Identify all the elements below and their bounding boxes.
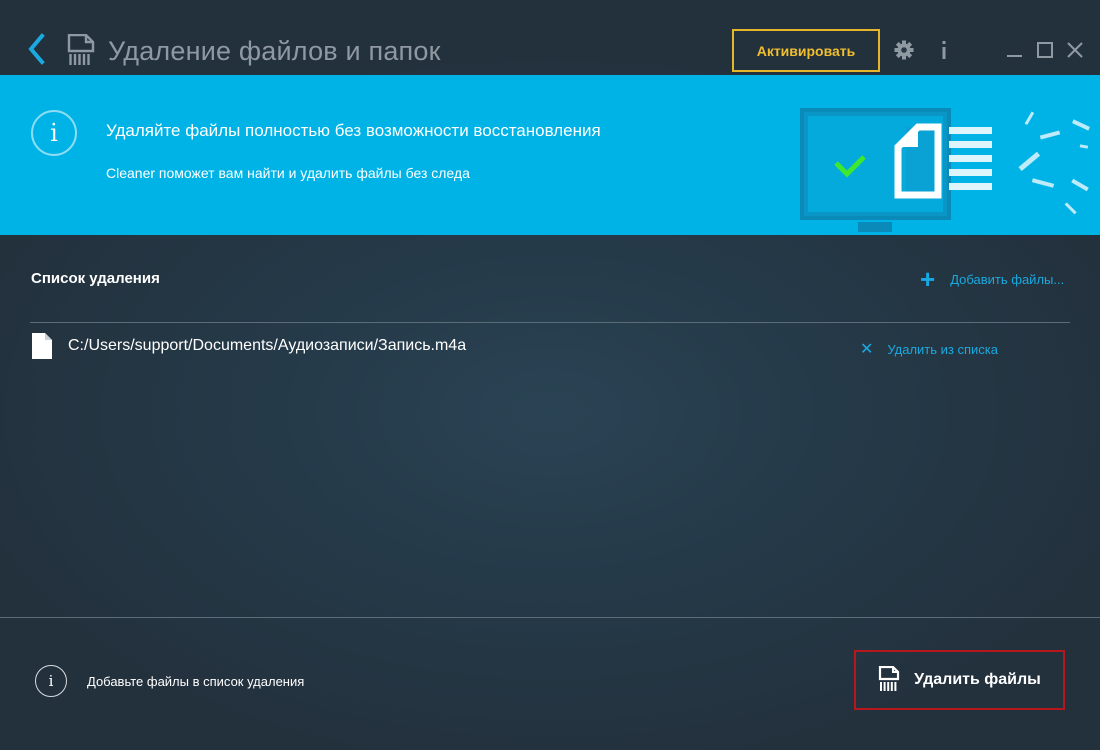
secure-delete-illustration (796, 97, 1096, 235)
window-title: Удаление файлов и папок (108, 36, 441, 66)
deletion-list-title: Список удаления (31, 270, 160, 287)
add-files-label: Добавить файлы... (950, 271, 1065, 287)
info-banner: i Удаляйте файлы полностью без возможнос… (0, 75, 1100, 235)
delete-files-button[interactable]: Удалить файлы (854, 650, 1065, 710)
delete-files-label: Удалить файлы (914, 671, 1041, 688)
list-item: C:/Users/support/Documents/Аудиозаписи/З… (30, 333, 1070, 363)
file-icon (32, 333, 52, 364)
banner-info-icon: i (31, 110, 77, 156)
plus-icon: + (920, 264, 936, 294)
close-icon[interactable] (1065, 40, 1085, 60)
shredder-icon (66, 33, 96, 71)
title-bar: Удаление файлов и папок Активировать (0, 0, 1100, 75)
activate-button[interactable]: Активировать (732, 29, 880, 72)
minimize-icon[interactable] (1005, 40, 1025, 60)
add-files-button[interactable]: + Добавить файлы... (920, 264, 1065, 294)
banner-heading: Удаляйте файлы полностью без возможности… (106, 121, 601, 140)
remove-from-list-label: Удалить из списка (887, 341, 998, 357)
footer-hint: Добавьте файлы в список удаления (87, 674, 305, 689)
file-path: C:/Users/support/Documents/Аудиозаписи/З… (68, 337, 467, 354)
footer-info-icon: i (35, 665, 67, 697)
settings-icon[interactable] (894, 40, 914, 60)
banner-subtitle: Cleaner поможет вам найти и удалить файл… (106, 165, 470, 181)
remove-from-list-button[interactable]: ✕ Удалить из списка (860, 339, 998, 359)
info-icon[interactable] (934, 40, 954, 60)
list-divider (30, 322, 1070, 323)
back-arrow-icon[interactable] (26, 33, 50, 67)
remove-x-icon: ✕ (860, 341, 874, 358)
maximize-icon[interactable] (1035, 40, 1055, 60)
shredder-small-icon (878, 665, 900, 695)
footer-divider (0, 617, 1100, 618)
